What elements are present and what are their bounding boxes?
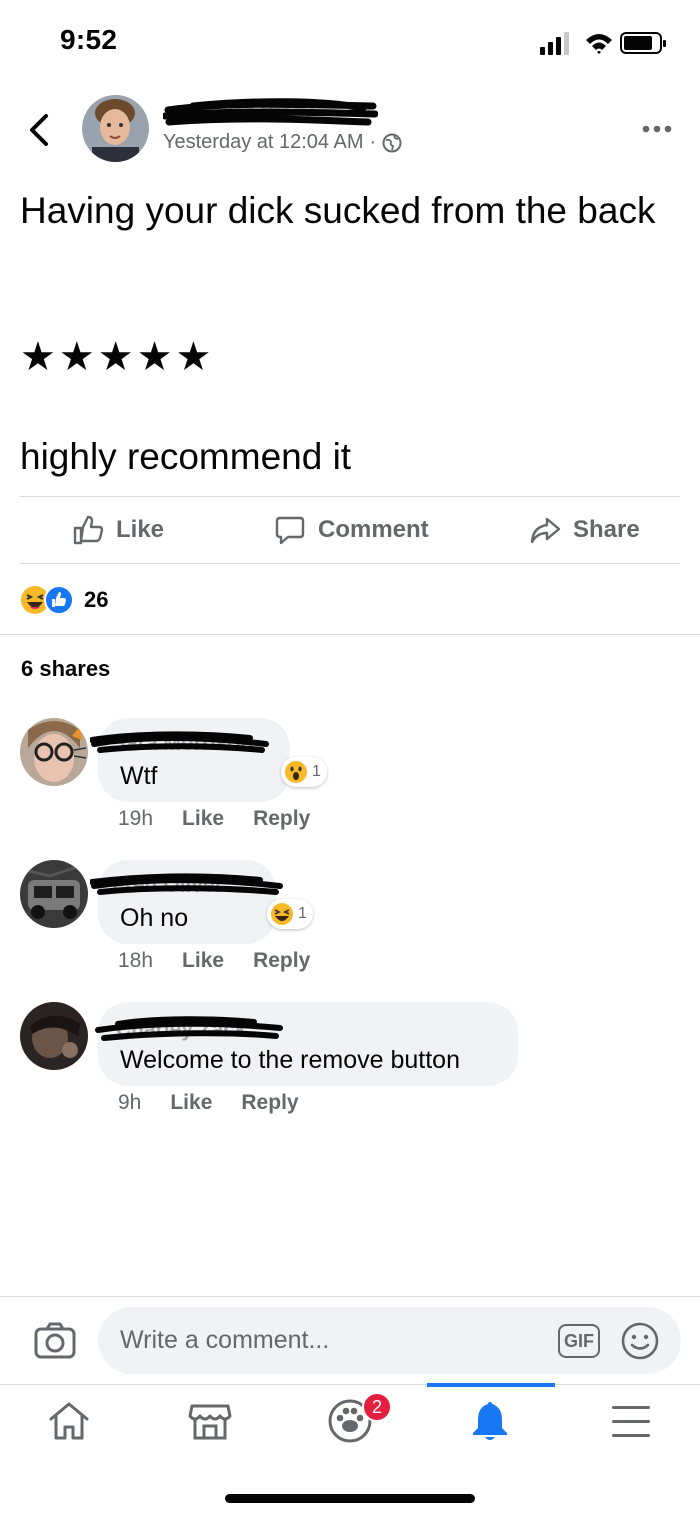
comment-text: Oh no (120, 904, 189, 932)
comment-meta: 9h Like Reply (118, 1091, 299, 1115)
comment-reply-button[interactable]: Reply (253, 949, 310, 973)
home-icon[interactable] (46, 1398, 92, 1444)
reactions-summary[interactable]: 26 (20, 584, 108, 616)
marketplace-icon[interactable] (187, 1398, 233, 1444)
separator-dot: · (369, 131, 377, 153)
comment-button[interactable]: Comment (274, 510, 429, 550)
haha-icon (271, 903, 293, 925)
thumbs-up-icon (73, 515, 104, 545)
comment-bubble[interactable]: Sara Morrison Wtf (90, 718, 290, 802)
post-timestamp-row: Yesterday at 12:04 AM · (163, 131, 402, 154)
status-time: 9:52 (60, 24, 118, 55)
comment-reply-button[interactable]: Reply (253, 807, 310, 831)
comment-avatar[interactable] (20, 718, 88, 786)
gif-button[interactable]: GIF (558, 1324, 600, 1358)
comment-reply-button[interactable]: Reply (241, 1091, 298, 1115)
status-icons (540, 32, 666, 55)
comment-time[interactable]: 18h (118, 949, 153, 973)
comment-time[interactable]: 9h (118, 1091, 141, 1115)
share-button[interactable]: Share (529, 510, 640, 550)
notification-badge: 2 (362, 1392, 392, 1422)
comment-reaction-count: 1 (298, 905, 307, 922)
comment-text: Welcome to the remove button (120, 1046, 460, 1074)
comment-time[interactable]: 19h (118, 807, 153, 831)
bell-icon[interactable] (467, 1398, 513, 1444)
author-name[interactable]: Jeremiah Brady (163, 98, 378, 132)
comment-like-button[interactable]: Like (182, 949, 224, 973)
comment-reaction-pill[interactable]: 1 (281, 757, 327, 787)
divider (0, 1296, 700, 1297)
battery-icon (620, 32, 666, 54)
divider (0, 634, 700, 635)
comment-meta: 19h Like Reply (118, 807, 310, 831)
author-avatar[interactable] (82, 95, 149, 162)
share-arrow-icon (530, 517, 561, 544)
home-indicator (225, 1494, 475, 1503)
post-text-line1: Having your dick sucked from the back (20, 190, 656, 231)
comment-input-placeholder: Write a comment... (120, 1326, 330, 1354)
share-label: Share (573, 516, 640, 543)
divider (0, 1384, 700, 1385)
comment-text: Wtf (120, 762, 158, 790)
comment-reaction-pill[interactable]: 1 (267, 899, 313, 929)
back-chevron-icon[interactable] (26, 112, 54, 148)
rating-stars: ★★★★★ (20, 335, 215, 379)
camera-icon[interactable] (34, 1321, 76, 1359)
comment-author[interactable]: Charley Zack (94, 1016, 284, 1044)
wow-icon (285, 761, 307, 783)
shares-count[interactable]: 6 shares (21, 656, 110, 682)
active-tab-indicator (427, 1383, 555, 1387)
comment-bubble-icon (275, 516, 305, 545)
comment-like-button[interactable]: Like (182, 807, 224, 831)
comment-avatar[interactable] (20, 860, 88, 928)
emoji-icon[interactable] (620, 1321, 660, 1361)
more-options-icon[interactable] (642, 125, 672, 133)
comment-bubble[interactable]: Fred Oliver Oh no (90, 860, 283, 944)
reaction-count: 26 (84, 587, 109, 612)
comment-input[interactable]: Write a comment... GIF (98, 1307, 681, 1374)
comment-label: Comment (318, 516, 429, 543)
like-button[interactable]: Like (72, 510, 164, 550)
divider (20, 563, 680, 564)
comment-bubble[interactable]: Charley Zack Welcome to the remove butto… (95, 1002, 518, 1086)
divider (20, 496, 680, 497)
comment-meta: 18h Like Reply (118, 949, 310, 973)
comment-reaction-count: 1 (312, 763, 321, 780)
comment-avatar[interactable] (20, 1002, 88, 1070)
cellular-signal-icon (540, 32, 569, 55)
like-icon (44, 585, 74, 615)
wifi-icon (586, 34, 612, 54)
globe-icon (382, 133, 402, 152)
post-timestamp[interactable]: Yesterday at 12:04 AM (163, 131, 364, 154)
like-label: Like (116, 516, 165, 543)
comment-like-button[interactable]: Like (170, 1091, 212, 1115)
menu-hamburger-icon[interactable] (608, 1398, 654, 1444)
post-text-line3: highly recommend it (20, 436, 352, 477)
comment-author[interactable]: Fred Oliver (90, 872, 285, 900)
comment-author[interactable]: Sara Morrison (90, 730, 270, 758)
